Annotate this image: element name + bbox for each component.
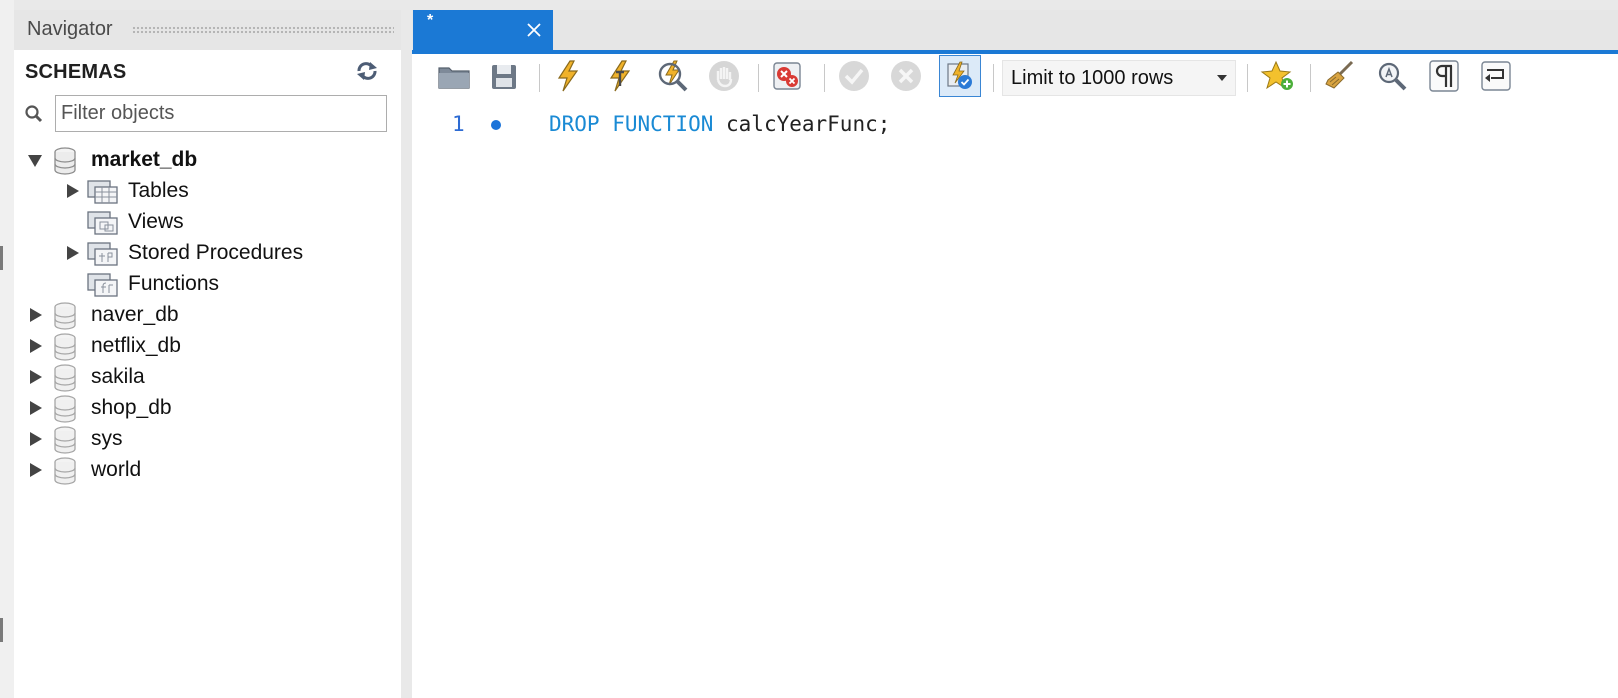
navigator-panel: Navigator SCHEMAS market_db [14, 10, 401, 698]
open-file-icon[interactable] [436, 58, 472, 94]
schema-name: sys [91, 427, 123, 450]
collapse-arrow-icon[interactable] [27, 152, 43, 168]
find-replace-icon[interactable] [1374, 58, 1410, 94]
add-snippet-star-icon[interactable] [1260, 58, 1296, 94]
schema-name: shop_db [91, 396, 172, 419]
code-line[interactable]: DROP FUNCTION calcYearFunc; [549, 112, 890, 136]
schema-item-netflix-db[interactable]: netflix_db [22, 331, 392, 362]
schema-item-sakila[interactable]: sakila [22, 362, 392, 393]
close-icon[interactable] [525, 21, 543, 39]
expand-arrow-icon[interactable] [27, 462, 43, 478]
execute-current-statement-icon[interactable] [602, 58, 638, 94]
schema-name: naver_db [91, 303, 179, 326]
database-icon [53, 457, 77, 490]
expand-arrow-icon[interactable] [27, 369, 43, 385]
sql-identifier: calcYearFunc; [713, 112, 891, 136]
toolbar-separator [993, 64, 994, 92]
editor-toolbar: Limit to 1000 rows [412, 54, 1618, 102]
expand-arrow-icon[interactable] [27, 338, 43, 354]
edge-marker [0, 618, 3, 642]
schema-item-shop-db[interactable]: shop_db [22, 393, 392, 424]
expand-arrow-icon[interactable] [27, 400, 43, 416]
navigator-title: Navigator [27, 18, 113, 40]
schema-name: sakila [91, 365, 145, 388]
tree-item-tables[interactable]: Tables [22, 176, 392, 207]
sql-editor-area: * Limit to 1000 rows 1 DROP FUNCTION cal… [412, 10, 1618, 698]
explain-magnifier-icon[interactable] [654, 58, 690, 94]
schema-item-sys[interactable]: sys [22, 424, 392, 455]
panel-drag-grip[interactable] [132, 26, 394, 35]
tree-item-label: Stored Procedures [128, 241, 304, 264]
toolbar-separator [1247, 64, 1248, 92]
statement-marker-icon [491, 120, 501, 130]
schema-name: market_db [91, 148, 198, 171]
schemas-label: SCHEMAS [25, 61, 127, 83]
schema-item-market-db[interactable]: market_db [22, 145, 392, 176]
expand-arrow-icon[interactable] [64, 245, 80, 261]
schema-name: netflix_db [91, 334, 181, 357]
autocommit-toggle[interactable] [939, 55, 981, 97]
schema-item-naver-db[interactable]: naver_db [22, 300, 392, 331]
limit-rows-value: Limit to 1000 rows [1011, 67, 1174, 89]
toolbar-separator [758, 64, 759, 92]
rollback-x-icon[interactable] [888, 58, 924, 94]
line-number: 1 [452, 112, 465, 136]
chevron-down-icon [1217, 75, 1227, 81]
window-left-edge [0, 0, 14, 698]
stop-hand-icon[interactable] [706, 58, 742, 94]
commit-check-icon[interactable] [836, 58, 872, 94]
tree-item-label: Functions [128, 272, 220, 295]
search-icon [24, 104, 44, 124]
tree-item-label: Tables [128, 179, 189, 202]
toolbar-separator [539, 64, 540, 92]
navigator-header: Navigator [14, 10, 401, 50]
autocommit-icon [947, 61, 972, 89]
tab-query[interactable]: * [413, 10, 553, 50]
tree-item-functions[interactable]: Functions [22, 269, 392, 300]
code-editor[interactable]: 1 DROP FUNCTION calcYearFunc; [412, 108, 1618, 698]
pilcrow-icon[interactable] [1426, 58, 1462, 94]
stop-on-error-icon[interactable] [770, 58, 806, 94]
tree-item-stored-procedures[interactable]: Stored Procedures [22, 238, 392, 269]
tab-title: * [427, 12, 434, 29]
expand-arrow-icon[interactable] [64, 183, 80, 199]
tree-item-views[interactable]: Views [22, 207, 392, 238]
schema-name: world [91, 458, 142, 481]
save-icon[interactable] [486, 58, 522, 94]
toolbar-separator [824, 64, 825, 92]
edge-marker [0, 246, 3, 270]
refresh-icon[interactable] [354, 60, 380, 82]
toolbar-separator [1310, 64, 1311, 92]
limit-rows-select[interactable]: Limit to 1000 rows [1002, 60, 1236, 96]
schema-item-world[interactable]: world [22, 455, 392, 486]
expand-arrow-icon[interactable] [27, 431, 43, 447]
sql-keyword: DROP FUNCTION [549, 112, 714, 136]
beautify-broom-icon[interactable] [1322, 58, 1358, 94]
expand-arrow-icon[interactable] [27, 307, 43, 323]
filter-objects-input[interactable] [55, 95, 387, 132]
editor-tab-bar: * [412, 10, 1618, 54]
tree-item-label: Views [128, 210, 184, 233]
execute-lightning-icon[interactable] [550, 58, 586, 94]
word-wrap-icon[interactable] [1478, 58, 1514, 94]
